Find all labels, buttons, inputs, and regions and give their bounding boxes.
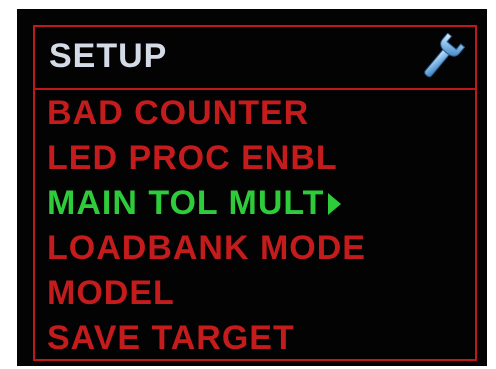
header-bar: SETUP: [35, 27, 475, 90]
menu-item-label: LOADBANK MODE: [47, 229, 366, 267]
menu-item-label: MAIN TOL MULT: [47, 184, 325, 222]
menu-item-label: MODEL: [47, 274, 175, 312]
wrench-icon: [424, 33, 466, 78]
menu-item-led-proc-enbl[interactable]: LED PROC ENBL: [47, 136, 366, 181]
setup-menu-frame: SETUP BAD COUNTER LED PROC ENBL MAIN TOL…: [33, 25, 477, 361]
menu-item-label: SAVE TARGET: [47, 319, 295, 357]
page-title: SETUP: [49, 37, 168, 75]
menu-item-model[interactable]: MODEL: [47, 271, 366, 316]
menu-item-main-tol-mult[interactable]: MAIN TOL MULT: [47, 181, 366, 226]
menu-item-loadbank-mode[interactable]: LOADBANK MODE: [47, 226, 366, 271]
setup-menu-list: BAD COUNTER LED PROC ENBL MAIN TOL MULT …: [47, 91, 366, 361]
menu-item-label: LED PROC ENBL: [47, 139, 338, 177]
menu-item-save-target[interactable]: SAVE TARGET: [47, 316, 366, 361]
menu-item-label: BAD COUNTER: [47, 94, 310, 132]
menu-item-bad-counter[interactable]: BAD COUNTER: [47, 91, 366, 136]
device-screen: SETUP BAD COUNTER LED PROC ENBL MAIN TOL…: [17, 9, 487, 366]
selection-arrow-icon: [328, 192, 342, 215]
